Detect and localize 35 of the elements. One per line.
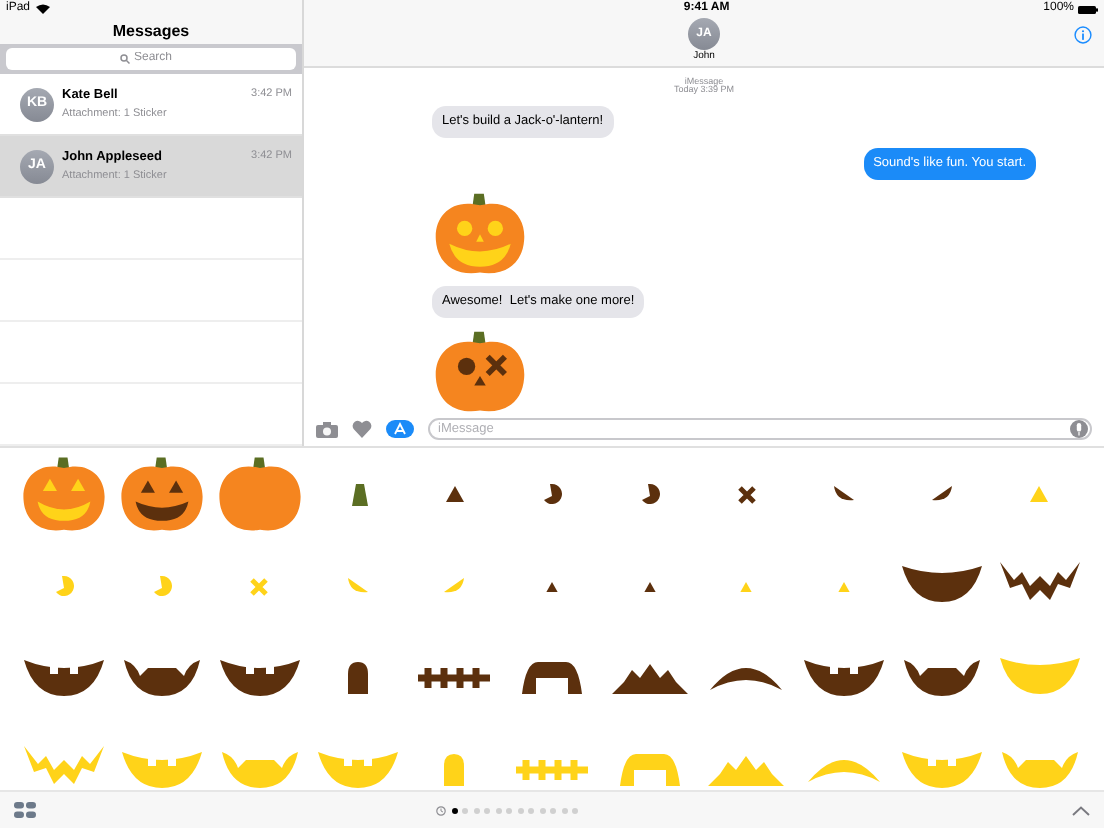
triangle-sticker-icon <box>1030 486 1049 502</box>
tooth-sticker-icon <box>444 754 465 786</box>
app-store-icon[interactable] <box>386 420 414 438</box>
sidebar-title: Messages <box>112 19 190 43</box>
half-moon-sticker-icon <box>444 578 465 594</box>
pumpkin-sticker-icon <box>215 454 304 534</box>
chevron-up-icon[interactable] <box>1072 805 1090 815</box>
x-sticker-icon <box>737 485 756 503</box>
half-moon-sticker-icon <box>931 486 952 502</box>
recent-clock-icon[interactable] <box>436 805 446 815</box>
microphone-icon[interactable] <box>1070 420 1088 438</box>
app-grid-icon[interactable] <box>14 802 36 818</box>
half-moon-sticker-icon <box>834 486 855 502</box>
camera-icon[interactable] <box>316 421 338 437</box>
triangle-sticker-icon <box>838 581 851 591</box>
eye-sticker-icon <box>639 484 660 504</box>
triangle-sticker-icon <box>445 486 464 502</box>
pumpkin-sticker-icon <box>20 454 109 534</box>
x-sticker-icon <box>250 577 269 595</box>
eye-sticker-icon <box>152 576 173 596</box>
heart-icon[interactable] <box>352 420 372 438</box>
triangle-sticker-icon <box>643 581 656 591</box>
eye-sticker-icon <box>54 576 75 596</box>
battery-icon <box>1078 5 1098 13</box>
jagged-mouth-sticker-icon <box>704 753 789 787</box>
triangle-sticker-icon <box>740 581 753 591</box>
tooth-sticker-icon <box>347 662 368 694</box>
info-icon[interactable] <box>1074 26 1092 44</box>
pumpkin-sticker-icon <box>118 454 207 534</box>
triangle-sticker-icon <box>545 581 558 591</box>
wifi-icon <box>36 4 51 14</box>
jagged-mouth-sticker-icon <box>607 661 692 695</box>
half-moon-sticker-icon <box>347 578 368 594</box>
search-icon <box>120 54 130 64</box>
eye-sticker-icon <box>541 484 562 504</box>
